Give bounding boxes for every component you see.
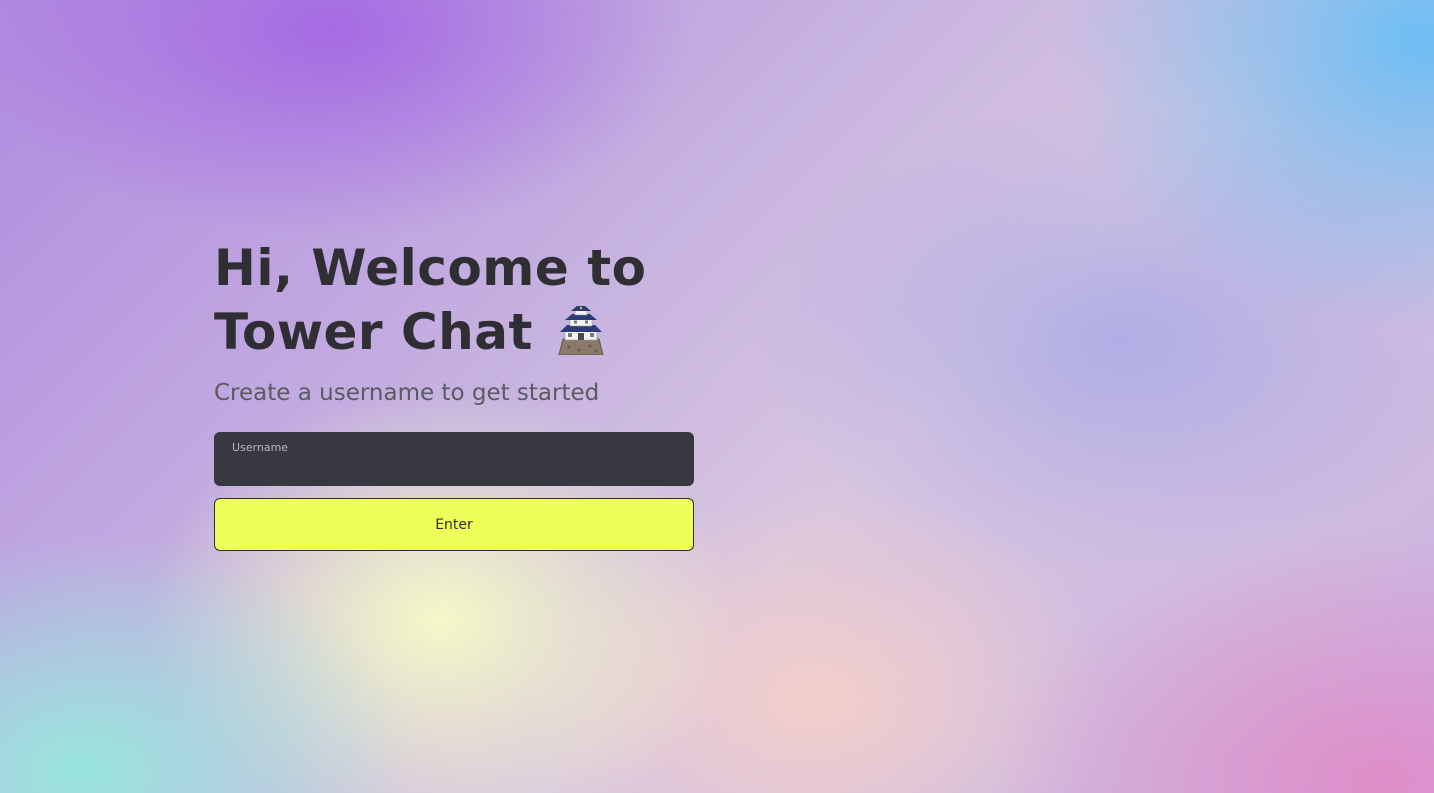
username-label: Username xyxy=(232,441,289,454)
welcome-panel: Hi, Welcome to Tower Chat Create a usern… xyxy=(214,236,694,551)
page-title: Hi, Welcome to Tower Chat xyxy=(214,236,694,364)
username-input[interactable] xyxy=(230,458,678,480)
title-line-1: Hi, Welcome to xyxy=(214,239,647,297)
japanese-castle-icon xyxy=(557,305,605,356)
enter-button[interactable]: Enter xyxy=(214,498,694,551)
title-line-2: Tower Chat xyxy=(214,303,533,361)
subtitle: Create a username to get started xyxy=(214,380,600,406)
username-field[interactable]: Username xyxy=(214,432,694,486)
